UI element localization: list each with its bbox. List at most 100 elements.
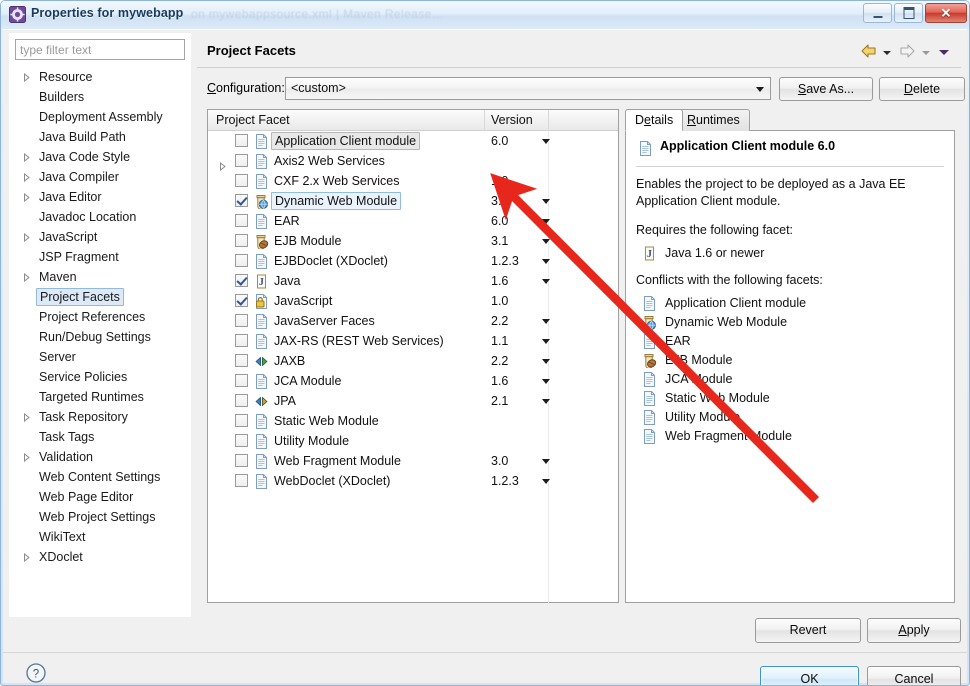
facet-checkbox[interactable] [235,334,248,347]
facet-row[interactable]: Utility Module [208,431,618,451]
facet-row[interactable]: J Java 1.6 [208,271,618,291]
facet-row[interactable]: EJBDoclet (XDoclet) 1.2.3 [208,251,618,271]
delete-button[interactable]: Delete [879,77,965,101]
facet-row-list[interactable]: Application Client module 6.0 Axis2 Web Se… [208,131,618,491]
version-dropdown-caret-icon[interactable] [542,459,550,464]
sidebar-item-javascript[interactable]: JavaScript [9,227,191,247]
version-dropdown-caret-icon[interactable] [542,279,550,284]
facet-row[interactable]: Web Fragment Module 3.0 [208,451,618,471]
version-dropdown-caret-icon[interactable] [542,199,550,204]
help-question-icon[interactable]: ? [25,662,47,684]
facet-row[interactable]: JPA 2.1 [208,391,618,411]
sidebar-item-web-project-settings[interactable]: Web Project Settings [9,507,191,527]
facet-row[interactable]: JavaServer Faces 2.2 [208,311,618,331]
minimize-button[interactable] [863,3,892,23]
facet-row[interactable]: Application Client module 6.0 [208,131,618,151]
revert-button[interactable]: Revert [755,618,861,643]
expand-triangle-icon[interactable] [22,447,32,467]
version-dropdown-caret-icon[interactable] [542,399,550,404]
tab-details[interactable]: Details [625,109,684,131]
cancel-button[interactable]: Cancel [867,666,961,685]
filter-input[interactable] [15,39,185,60]
facet-checkbox[interactable] [235,194,248,207]
facet-row[interactable]: Dynamic Web Module 3.0 [208,191,618,211]
expand-triangle-icon[interactable] [218,157,228,172]
facet-row[interactable]: JCA Module 1.6 [208,371,618,391]
facet-row[interactable]: JavaScript 1.0 [208,291,618,311]
expand-triangle-icon[interactable] [22,267,32,287]
expand-triangle-icon[interactable] [22,407,32,427]
facet-checkbox[interactable] [235,374,248,387]
facet-row[interactable]: EAR 6.0 [208,211,618,231]
sidebar-item-task-tags[interactable]: Task Tags [9,427,191,447]
close-button[interactable]: ✕ [925,3,967,23]
expand-triangle-icon[interactable] [22,167,32,187]
facet-row[interactable]: JAXB 2.2 [208,351,618,371]
sidebar-item-wikitext[interactable]: WikiText [9,527,191,547]
sidebar-item-project-references[interactable]: Project References [9,307,191,327]
sidebar-item-targeted-runtimes[interactable]: Targeted Runtimes [9,387,191,407]
sidebar-item-builders[interactable]: Builders [9,87,191,107]
facet-row[interactable]: CXF 2.x Web Services 1.0 [208,171,618,191]
facet-row[interactable]: Static Web Module [208,411,618,431]
tab-runtimes[interactable]: Runtimes [677,109,750,131]
version-dropdown-caret-icon[interactable] [542,479,550,484]
sidebar-item-xdoclet[interactable]: XDoclet [9,547,191,567]
facet-checkbox[interactable] [235,214,248,227]
expand-triangle-icon[interactable] [22,147,32,167]
facet-checkbox[interactable] [235,254,248,267]
sidebar-item-java-compiler[interactable]: Java Compiler [9,167,191,187]
sidebar-item-deployment-assembly[interactable]: Deployment Assembly [9,107,191,127]
back-arrow-icon[interactable] [861,44,877,61]
facet-table[interactable]: Project Facet Version Application Client… [207,109,619,603]
version-dropdown-caret-icon[interactable] [542,239,550,244]
sidebar-item-web-content-settings[interactable]: Web Content Settings [9,467,191,487]
facet-checkbox[interactable] [235,454,248,467]
version-dropdown-caret-icon[interactable] [542,379,550,384]
sidebar-item-project-facets[interactable]: Project Facets [9,287,191,307]
sidebar-item-service-policies[interactable]: Service Policies [9,367,191,387]
version-dropdown-caret-icon[interactable] [542,139,550,144]
sidebar-item-server[interactable]: Server [9,347,191,367]
version-dropdown-caret-icon[interactable] [542,339,550,344]
sidebar-item-jsp-fragment[interactable]: JSP Fragment [9,247,191,267]
version-dropdown-caret-icon[interactable] [542,219,550,224]
expand-triangle-icon[interactable] [22,547,32,567]
expand-triangle-icon[interactable] [22,187,32,207]
facet-row[interactable]: Axis2 Web Services [208,151,618,172]
sidebar-item-javadoc-location[interactable]: Javadoc Location [9,207,191,227]
sidebar-item-resource[interactable]: Resource [9,67,191,87]
facet-checkbox[interactable] [235,394,248,407]
expand-triangle-icon[interactable] [22,67,32,87]
sidebar-item-run-debug-settings[interactable]: Run/Debug Settings [9,327,191,347]
apply-button[interactable]: Apply [867,618,961,643]
view-menu-caret-icon[interactable] [939,50,949,55]
ok-button[interactable]: OK [760,666,859,685]
facet-row[interactable]: JAX-RS (REST Web Services) 1.1 [208,331,618,351]
facet-checkbox[interactable] [235,174,248,187]
version-dropdown-caret-icon[interactable] [542,319,550,324]
facet-row[interactable]: EJB Module 3.1 [208,231,618,251]
sidebar-item-java-code-style[interactable]: Java Code Style [9,147,191,167]
facet-checkbox[interactable] [235,294,248,307]
configuration-select[interactable]: <custom> [285,77,771,100]
version-dropdown-caret-icon[interactable] [542,259,550,264]
facet-checkbox[interactable] [235,434,248,447]
expand-triangle-icon[interactable] [22,227,32,247]
version-dropdown-caret-icon[interactable] [542,359,550,364]
settings-tree[interactable]: Resource Builders Deployment Assembly Java … [9,67,191,617]
maximize-button[interactable] [894,3,923,23]
sidebar-item-validation[interactable]: Validation [9,447,191,467]
facet-checkbox[interactable] [235,354,248,367]
back-dropdown-caret-icon[interactable] [882,50,891,55]
facet-checkbox[interactable] [235,234,248,247]
facet-checkbox[interactable] [235,414,248,427]
save-as-button[interactable]: Save As... [779,77,873,101]
sidebar-item-maven[interactable]: Maven [9,267,191,287]
sidebar-item-web-page-editor[interactable]: Web Page Editor [9,487,191,507]
sidebar-item-java-editor[interactable]: Java Editor [9,187,191,207]
facet-row[interactable]: WebDoclet (XDoclet) 1.2.3 [208,471,618,491]
sidebar-item-task-repository[interactable]: Task Repository [9,407,191,427]
sidebar-item-java-build-path[interactable]: Java Build Path [9,127,191,147]
facet-checkbox[interactable] [235,274,248,287]
